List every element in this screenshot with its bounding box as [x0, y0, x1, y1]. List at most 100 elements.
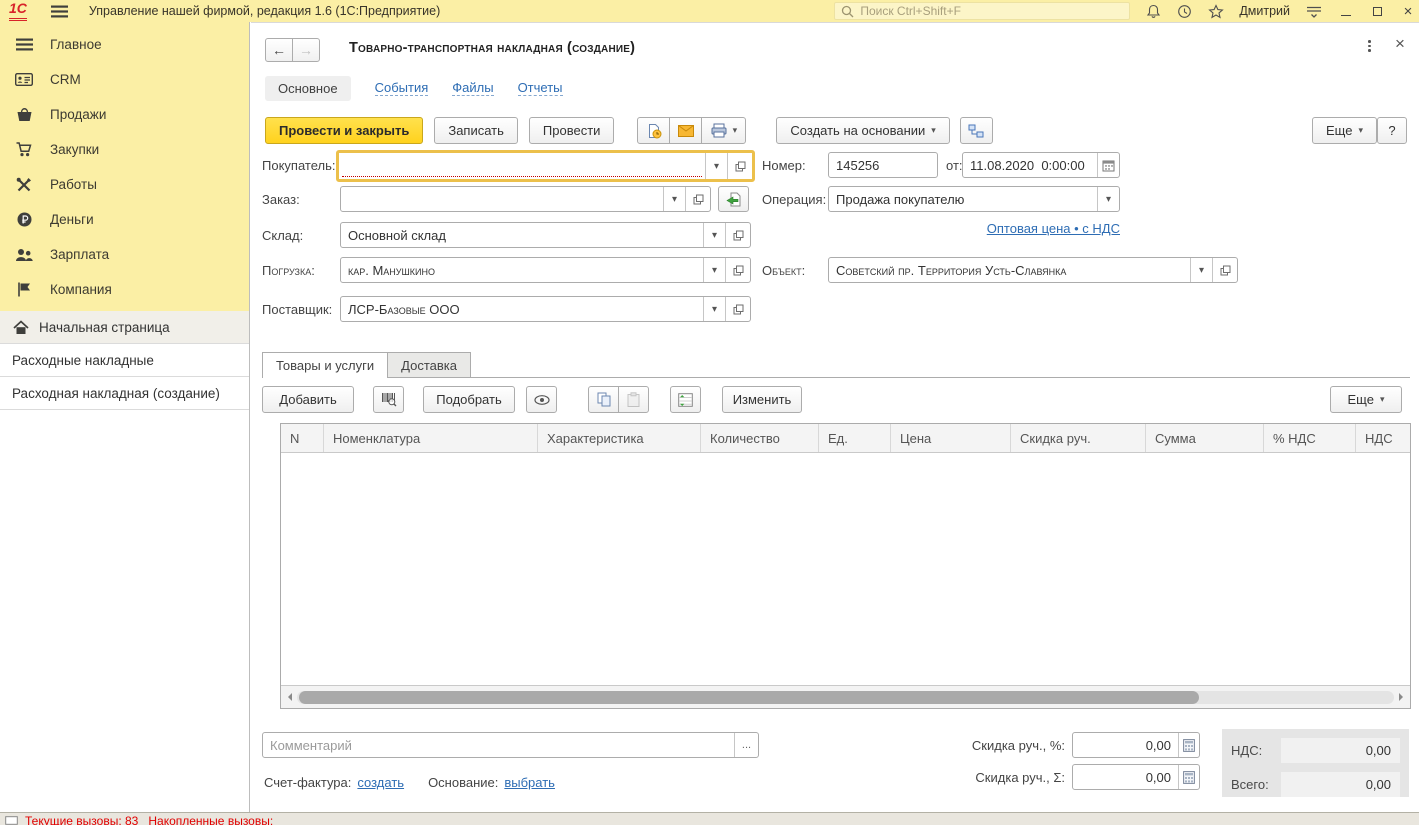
object-input[interactable]: Советский пр. Территория Усть-Славянка — [829, 258, 1190, 282]
loading-open-icon[interactable] — [725, 258, 750, 282]
back-button[interactable]: ← — [265, 38, 293, 62]
maximize-window-icon[interactable] — [1370, 4, 1384, 18]
sidebar-item-prodazhi[interactable]: Продажи — [0, 97, 249, 132]
comment-field[interactable]: ... — [262, 732, 759, 758]
search-input[interactable] — [860, 4, 1123, 18]
open-window-invoices-list[interactable]: Расходные накладные — [0, 344, 249, 377]
copy-rows-icon[interactable] — [588, 386, 619, 413]
history-icon[interactable] — [1177, 4, 1192, 19]
post-and-close-button[interactable]: Провести и закрыть — [265, 117, 423, 144]
loading-field[interactable]: кар. Манушкино ▾ — [340, 257, 751, 283]
tab-tovary-i-uslugi[interactable]: Товары и услуги — [262, 352, 388, 378]
supplier-open-icon[interactable] — [725, 297, 750, 321]
user-menu-icon[interactable] — [1306, 5, 1322, 18]
list-settings-icon[interactable] — [670, 386, 701, 413]
discount-pct-field[interactable] — [1072, 732, 1200, 758]
form-more-button[interactable]: Еще▾ — [1312, 117, 1377, 144]
loading-dropdown-icon[interactable]: ▾ — [703, 258, 725, 282]
warehouse-input[interactable]: Основной склад — [341, 223, 703, 247]
calculator-icon[interactable] — [1178, 765, 1199, 789]
items-more-button[interactable]: Еще▾ — [1330, 386, 1402, 413]
column-header-n[interactable]: N — [281, 424, 324, 452]
supplier-dropdown-icon[interactable]: ▾ — [703, 297, 725, 321]
column-header-summa[interactable]: Сумма — [1146, 424, 1264, 452]
sidebar-item-dengi[interactable]: Деньги — [0, 202, 249, 237]
column-header-cena[interactable]: Цена — [891, 424, 1011, 452]
tab-osnovnoe[interactable]: Основное — [265, 76, 351, 101]
loading-input[interactable]: кар. Манушкино — [341, 258, 703, 282]
number-input[interactable] — [829, 153, 937, 177]
send-email-icon[interactable] — [669, 117, 702, 144]
1c-logo[interactable]: 1С — [9, 1, 27, 21]
create-based-on-button[interactable]: Создать на основании▾ — [776, 117, 949, 144]
sidebar-item-zarplata[interactable]: Зарплата — [0, 237, 249, 272]
discount-sum-field[interactable] — [1072, 764, 1200, 790]
posting-status-icon[interactable] — [637, 117, 670, 144]
tab-dostavka[interactable]: Доставка — [387, 352, 471, 377]
order-input[interactable] — [341, 187, 663, 211]
order-open-icon[interactable] — [685, 187, 710, 211]
number-field[interactable] — [828, 152, 938, 178]
sidebar-item-kompaniya[interactable]: Компания — [0, 272, 249, 307]
buyer-open-icon[interactable] — [727, 153, 752, 179]
column-header-nds[interactable]: НДС — [1356, 424, 1410, 452]
paste-rows-icon[interactable] — [618, 386, 649, 413]
fill-from-order-icon[interactable] — [718, 186, 749, 212]
calendar-icon[interactable] — [1097, 153, 1119, 177]
add-row-button[interactable]: Добавить — [262, 386, 354, 413]
date-field[interactable] — [962, 152, 1120, 178]
form-close-icon[interactable]: × — [1395, 36, 1405, 52]
column-header-nomenklatura[interactable]: Номенклатура — [324, 424, 538, 452]
basis-select-link[interactable]: выбрать — [504, 775, 555, 790]
current-user[interactable]: Дмитрий — [1239, 4, 1290, 18]
notifications-bell-icon[interactable] — [1146, 4, 1161, 19]
global-search-box[interactable] — [834, 2, 1130, 20]
scroll-left-icon[interactable] — [283, 686, 297, 708]
table-body-empty[interactable] — [281, 453, 1410, 685]
object-dropdown-icon[interactable]: ▾ — [1190, 258, 1212, 282]
barcode-scan-icon[interactable] — [373, 386, 404, 413]
scroll-right-icon[interactable] — [1394, 686, 1408, 708]
column-header-ed[interactable]: Ед. — [819, 424, 891, 452]
sidebar-item-crm[interactable]: CRM — [0, 62, 249, 97]
sidebar-item-raboty[interactable]: Работы — [0, 167, 249, 202]
column-header-harakteristika[interactable]: Характеристика — [538, 424, 701, 452]
buyer-dropdown-icon[interactable]: ▾ — [705, 153, 727, 179]
tab-sobytiya[interactable]: События — [375, 80, 429, 96]
scrollbar-track[interactable] — [297, 691, 1394, 704]
view-icon[interactable] — [526, 386, 557, 413]
column-header-skidka[interactable]: Скидка руч. — [1011, 424, 1146, 452]
supplier-input[interactable]: ЛСР-Базовые ООО — [341, 297, 703, 321]
warehouse-open-icon[interactable] — [725, 223, 750, 247]
tab-faily[interactable]: Файлы — [452, 80, 493, 96]
buyer-field[interactable]: ▾ — [336, 150, 755, 182]
calls-indicator-icon[interactable] — [5, 816, 18, 825]
horizontal-scrollbar[interactable] — [281, 685, 1410, 708]
column-header-kolichestvo[interactable]: Количество — [701, 424, 819, 452]
comment-expand-button[interactable]: ... — [734, 733, 758, 757]
object-field[interactable]: Советский пр. Территория Усть-Славянка ▾ — [828, 257, 1238, 283]
favorites-star-icon[interactable] — [1208, 4, 1224, 19]
discount-sum-input[interactable] — [1073, 765, 1178, 789]
supplier-field[interactable]: ЛСР-Базовые ООО ▾ — [340, 296, 751, 322]
column-header-pct-nds[interactable]: % НДС — [1264, 424, 1356, 452]
close-window-icon[interactable]: × — [1401, 4, 1415, 18]
order-dropdown-icon[interactable]: ▾ — [663, 187, 685, 211]
pick-items-button[interactable]: Подобрать — [423, 386, 515, 413]
edit-row-button[interactable]: Изменить — [722, 386, 802, 413]
calculator-icon[interactable] — [1178, 733, 1199, 757]
print-button[interactable]: ▾ — [701, 117, 746, 144]
date-input[interactable] — [963, 153, 1097, 177]
discount-pct-input[interactable] — [1073, 733, 1178, 757]
minimize-window-icon[interactable] — [1339, 4, 1353, 18]
scrollbar-thumb[interactable] — [299, 691, 1199, 704]
warehouse-dropdown-icon[interactable]: ▾ — [703, 223, 725, 247]
operation-dropdown-icon[interactable]: ▾ — [1097, 187, 1119, 211]
operation-field[interactable]: Продажа покупателю ▾ — [828, 186, 1120, 212]
open-window-home[interactable]: Начальная страница — [0, 311, 249, 344]
form-more-menu-icon[interactable] — [1364, 38, 1375, 54]
post-button[interactable]: Провести — [529, 117, 615, 144]
help-button[interactable]: ? — [1377, 117, 1407, 144]
sidebar-item-glavnoe[interactable]: Главное — [0, 27, 249, 62]
invoice-create-link[interactable]: создать — [357, 775, 404, 790]
